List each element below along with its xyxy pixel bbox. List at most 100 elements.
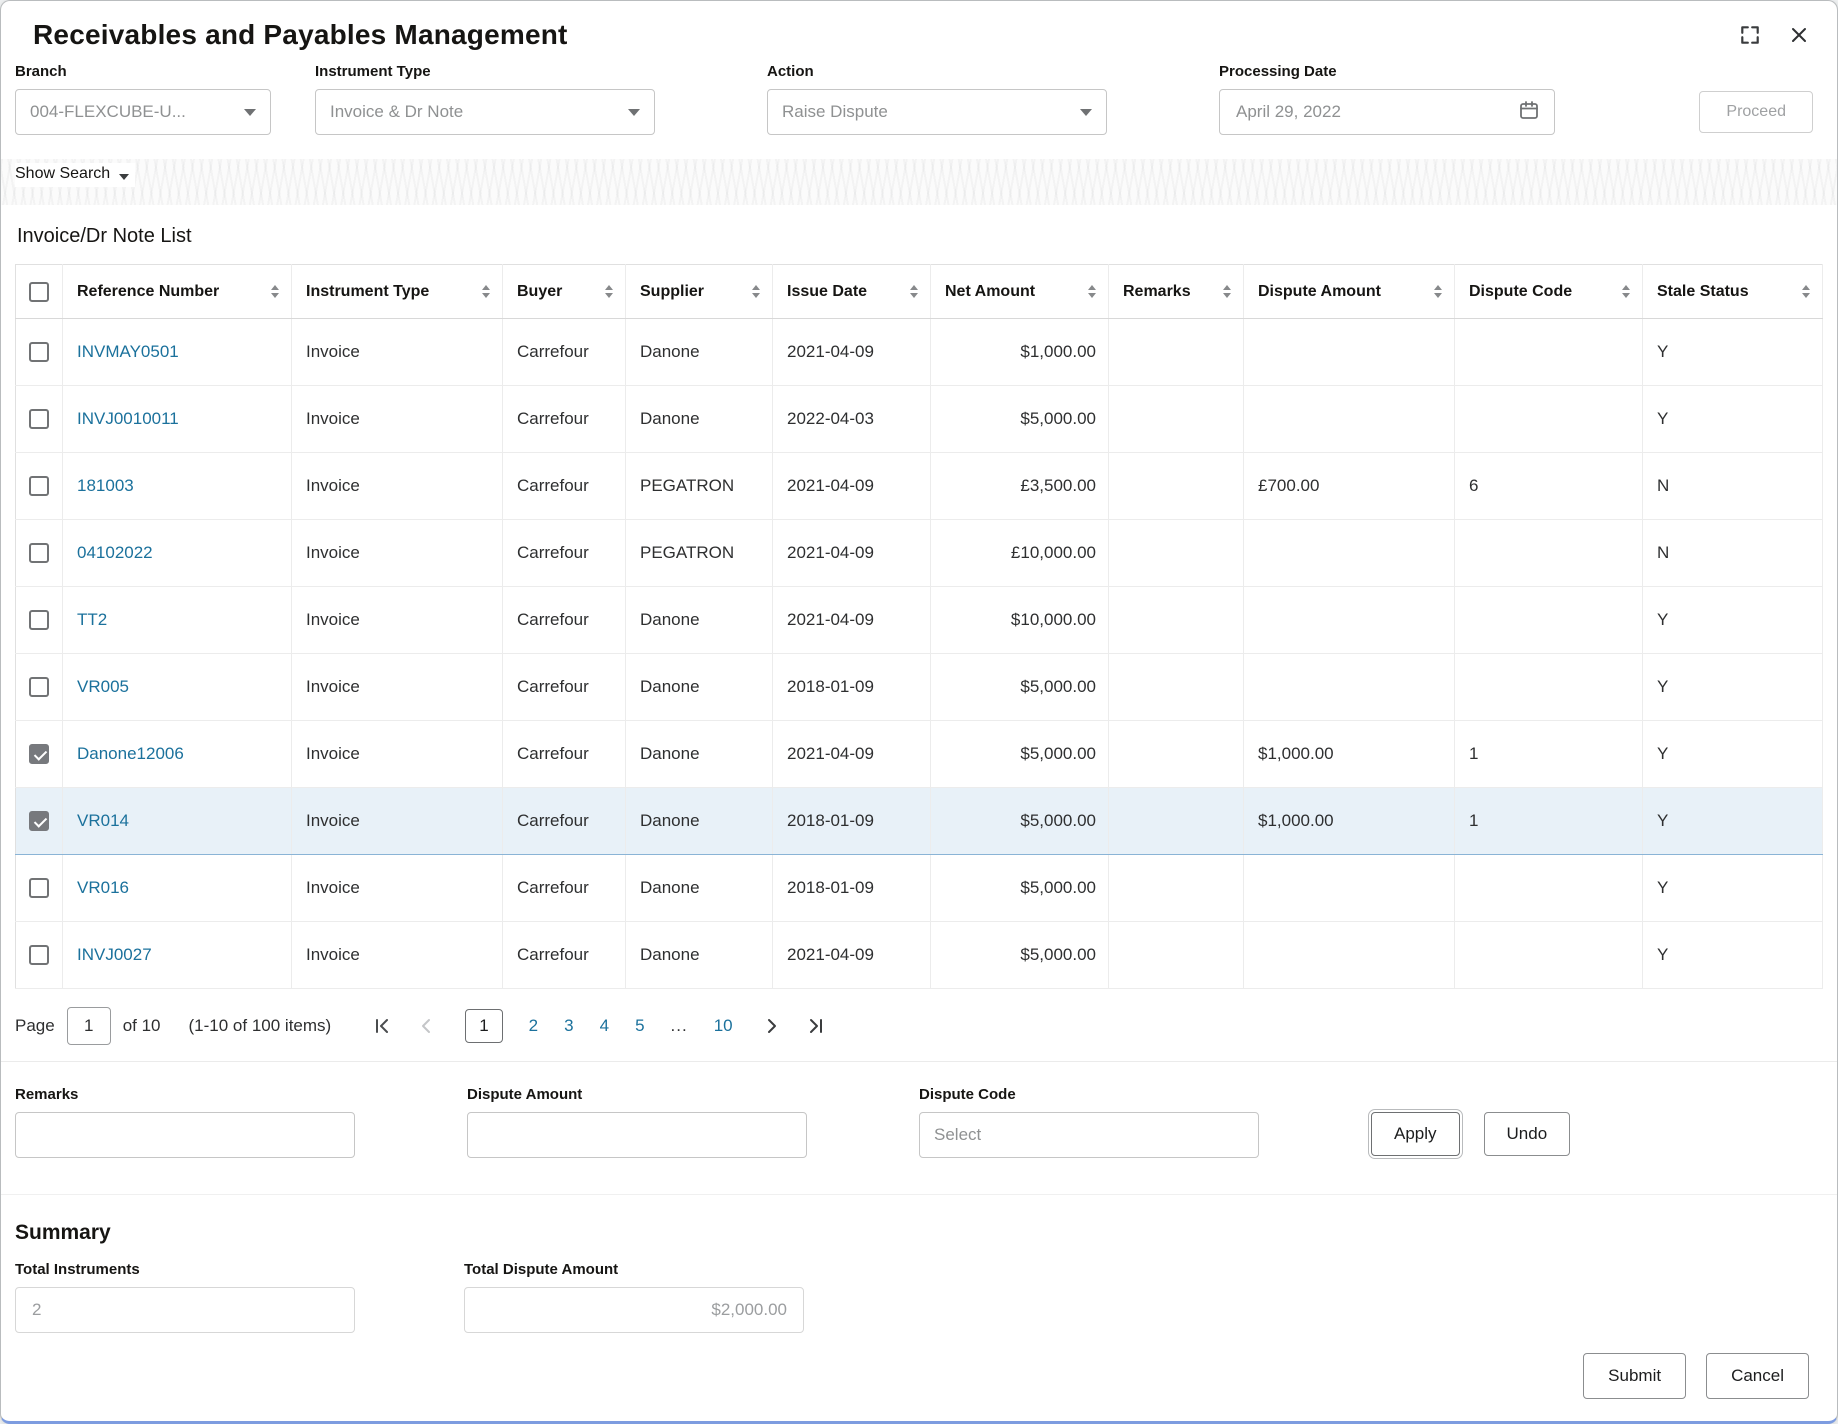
pagination-bar: Page of 10 (1-10 of 100 items) 12345...1… bbox=[15, 1007, 1823, 1045]
previous-page-icon[interactable] bbox=[417, 1017, 435, 1035]
row-checkbox[interactable] bbox=[29, 409, 49, 430]
apply-button[interactable]: Apply bbox=[1368, 1109, 1463, 1159]
dispute-amount-cell bbox=[1243, 586, 1455, 654]
stale-status-cell: Y bbox=[1642, 720, 1823, 788]
table-row[interactable]: INVMAY0501 Invoice Carrefour Danone 2021… bbox=[15, 318, 1823, 386]
last-page-icon[interactable] bbox=[807, 1017, 825, 1035]
dispute-code-cell: 6 bbox=[1454, 452, 1643, 520]
reference-number-link[interactable]: VR005 bbox=[77, 677, 129, 696]
supplier-cell: Danone bbox=[625, 653, 773, 721]
column-header-net-amount[interactable]: Net Amount bbox=[930, 264, 1109, 319]
row-checkbox[interactable] bbox=[29, 744, 49, 765]
next-page-icon[interactable] bbox=[763, 1017, 781, 1035]
total-dispute-amount-label: Total Dispute Amount bbox=[464, 1261, 619, 1278]
table-row[interactable]: 04102022 Invoice Carrefour PEGATRON 2021… bbox=[15, 519, 1823, 587]
stale-status-cell: Y bbox=[1642, 787, 1823, 855]
sort-icon[interactable] bbox=[1088, 285, 1096, 298]
dispute-code-select[interactable]: Select bbox=[919, 1112, 1259, 1158]
table-row[interactable]: 181003 Invoice Carrefour PEGATRON 2021-0… bbox=[15, 452, 1823, 520]
supplier-cell: Danone bbox=[625, 787, 773, 855]
sort-icon[interactable] bbox=[1802, 285, 1810, 298]
remarks-input[interactable] bbox=[30, 1124, 340, 1146]
processing-date-input[interactable] bbox=[1234, 101, 1518, 123]
dispute-amount-input[interactable] bbox=[482, 1124, 792, 1146]
page-number-input[interactable] bbox=[66, 1007, 111, 1045]
supplier-cell: Danone bbox=[625, 720, 773, 788]
column-header-issue-date[interactable]: Issue Date bbox=[772, 264, 931, 319]
branch-value: 004-FLEXCUBE-U... bbox=[30, 102, 186, 121]
page-link[interactable]: 2 bbox=[529, 1016, 538, 1036]
branch-select[interactable]: 004-FLEXCUBE-U... bbox=[15, 89, 271, 135]
table-row[interactable]: INVJ0010011 Invoice Carrefour Danone 202… bbox=[15, 385, 1823, 453]
sort-icon[interactable] bbox=[482, 285, 490, 298]
items-count-label: (1-10 of 100 items) bbox=[188, 1016, 332, 1035]
show-search-toggle[interactable]: Show Search bbox=[15, 163, 136, 187]
undo-button[interactable]: Undo bbox=[1483, 1112, 1571, 1156]
table-row[interactable]: VR016 Invoice Carrefour Danone 2018-01-0… bbox=[15, 854, 1823, 922]
reference-number-link[interactable]: VR014 bbox=[77, 811, 129, 830]
row-checkbox[interactable] bbox=[29, 543, 49, 564]
calendar-icon[interactable] bbox=[1518, 99, 1540, 126]
reference-number-link[interactable]: INVJ0027 bbox=[77, 945, 152, 964]
submit-button[interactable]: Submit bbox=[1583, 1353, 1687, 1399]
remarks-cell bbox=[1108, 720, 1244, 788]
row-checkbox[interactable] bbox=[29, 945, 49, 966]
column-header-reference-number[interactable]: Reference Number bbox=[62, 264, 292, 319]
page-link[interactable]: 5 bbox=[635, 1016, 644, 1036]
instrument-type-select[interactable]: Invoice & Dr Note bbox=[315, 89, 655, 135]
proceed-button[interactable]: Proceed bbox=[1699, 91, 1813, 133]
reference-number-link[interactable]: 04102022 bbox=[77, 543, 153, 562]
reference-number-link[interactable]: INVMAY0501 bbox=[77, 342, 179, 361]
table-row[interactable]: TT2 Invoice Carrefour Danone 2021-04-09 … bbox=[15, 586, 1823, 654]
reference-number-link[interactable]: 181003 bbox=[77, 476, 134, 495]
issue-date-cell: 2018-01-09 bbox=[772, 787, 931, 855]
action-select[interactable]: Raise Dispute bbox=[767, 89, 1107, 135]
table-row[interactable]: VR014 Invoice Carrefour Danone 2018-01-0… bbox=[15, 787, 1823, 855]
remarks-cell bbox=[1108, 385, 1244, 453]
first-page-icon[interactable] bbox=[373, 1017, 391, 1035]
select-all-checkbox[interactable] bbox=[29, 281, 49, 302]
page-link[interactable]: 4 bbox=[600, 1016, 609, 1036]
page-link[interactable]: 3 bbox=[564, 1016, 573, 1036]
reference-number-link[interactable]: TT2 bbox=[77, 610, 107, 629]
page-link[interactable]: 10 bbox=[714, 1016, 733, 1036]
reference-number-link[interactable]: Danone12006 bbox=[77, 744, 184, 763]
column-header-dispute-code[interactable]: Dispute Code bbox=[1454, 264, 1643, 319]
row-checkbox[interactable] bbox=[29, 878, 49, 899]
sort-icon[interactable] bbox=[605, 285, 613, 298]
row-checkbox[interactable] bbox=[29, 677, 49, 698]
row-checkbox[interactable] bbox=[29, 610, 49, 631]
column-header-stale-status[interactable]: Stale Status bbox=[1642, 264, 1823, 319]
filter-bar: Branch 004-FLEXCUBE-U... Instrument Type… bbox=[1, 59, 1837, 135]
sort-icon[interactable] bbox=[1434, 285, 1442, 298]
row-checkbox[interactable] bbox=[29, 476, 49, 497]
column-header-supplier[interactable]: Supplier bbox=[625, 264, 773, 319]
dispute-amount-cell: £700.00 bbox=[1243, 452, 1455, 520]
table-row[interactable]: VR005 Invoice Carrefour Danone 2018-01-0… bbox=[15, 653, 1823, 721]
column-header-dispute-amount[interactable]: Dispute Amount bbox=[1243, 264, 1455, 319]
sort-icon[interactable] bbox=[271, 285, 279, 298]
reference-number-link[interactable]: VR016 bbox=[77, 878, 129, 897]
resize-icon[interactable] bbox=[1739, 24, 1761, 46]
dispute-amount-label: Dispute Amount bbox=[467, 1086, 583, 1103]
page-link-current[interactable]: 1 bbox=[465, 1009, 503, 1043]
row-checkbox[interactable] bbox=[29, 811, 49, 832]
sort-icon[interactable] bbox=[1223, 285, 1231, 298]
stale-status-cell: N bbox=[1642, 452, 1823, 520]
reference-number-link[interactable]: INVJ0010011 bbox=[77, 409, 179, 428]
sort-icon[interactable] bbox=[910, 285, 918, 298]
row-checkbox[interactable] bbox=[29, 342, 49, 363]
close-icon[interactable] bbox=[1789, 25, 1809, 45]
supplier-cell: Danone bbox=[625, 318, 773, 386]
table-row[interactable]: Danone12006 Invoice Carrefour Danone 202… bbox=[15, 720, 1823, 788]
column-header-instrument-type[interactable]: Instrument Type bbox=[291, 264, 503, 319]
sort-icon[interactable] bbox=[752, 285, 760, 298]
sort-icon[interactable] bbox=[1622, 285, 1630, 298]
column-header-remarks[interactable]: Remarks bbox=[1108, 264, 1244, 319]
remarks-cell bbox=[1108, 519, 1244, 587]
dispute-code-cell bbox=[1454, 519, 1643, 587]
cancel-button[interactable]: Cancel bbox=[1706, 1353, 1809, 1399]
processing-date-field[interactable] bbox=[1219, 89, 1555, 135]
table-row[interactable]: INVJ0027 Invoice Carrefour Danone 2021-0… bbox=[15, 921, 1823, 989]
column-header-buyer[interactable]: Buyer bbox=[502, 264, 626, 319]
